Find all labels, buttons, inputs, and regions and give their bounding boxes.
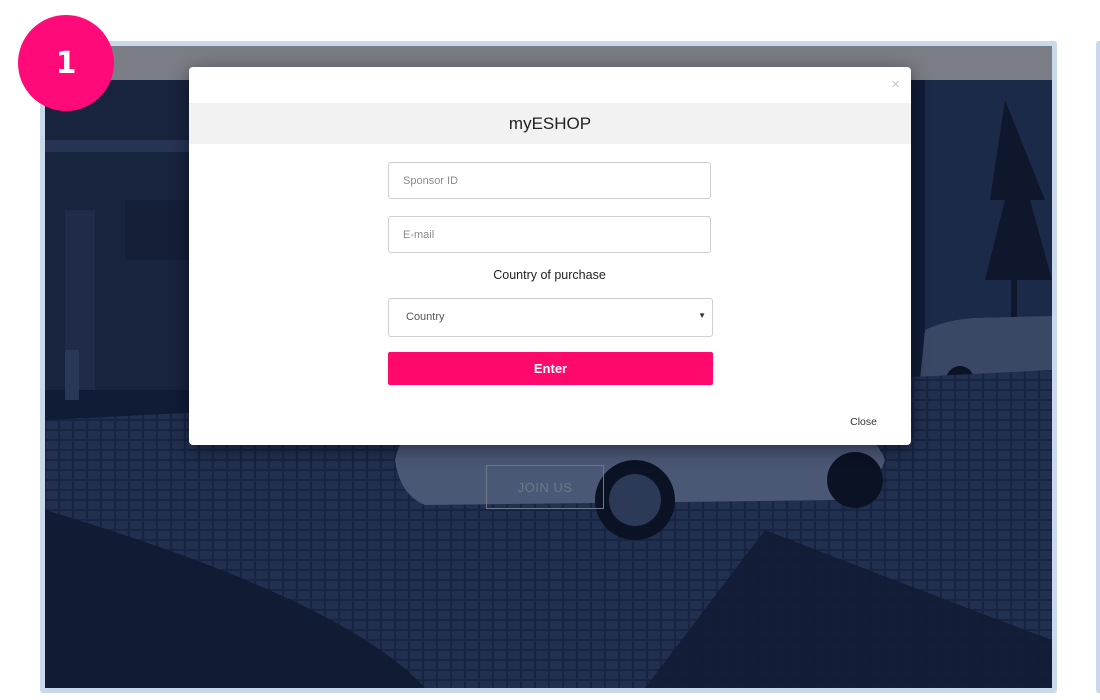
step-number-badge: 1 xyxy=(18,15,114,111)
close-icon[interactable]: × xyxy=(891,76,900,94)
country-select[interactable]: Country ▼ xyxy=(388,298,713,337)
enter-button[interactable]: Enter xyxy=(388,352,713,385)
country-select-value: Country xyxy=(406,311,445,323)
sponsor-id-input[interactable] xyxy=(388,162,711,199)
myeshop-modal: × myESHOP Country of purchase Country ▼ … xyxy=(189,67,911,445)
modal-title: myESHOP xyxy=(189,103,911,144)
join-us-button[interactable]: JOIN US xyxy=(486,465,604,509)
close-button[interactable]: Close xyxy=(850,416,877,428)
caret-down-icon: ▼ xyxy=(698,311,706,320)
email-input[interactable] xyxy=(388,216,711,253)
next-screenshot-frame-edge xyxy=(1096,41,1100,693)
country-of-purchase-label: Country of purchase xyxy=(493,268,606,282)
